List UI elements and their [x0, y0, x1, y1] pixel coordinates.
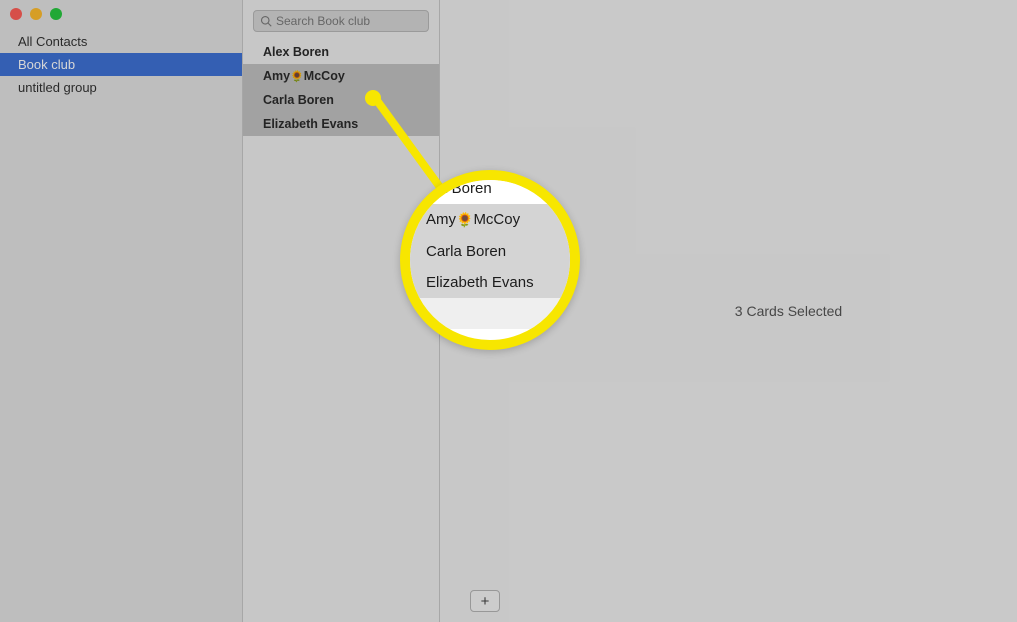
magnifier-content: x Boren Amy🌻McCoy Carla Boren Elizabeth … — [410, 173, 580, 329]
maximize-icon[interactable] — [50, 8, 62, 20]
search-placeholder: Search Book club — [276, 14, 370, 28]
magnifier-callout: x Boren Amy🌻McCoy Carla Boren Elizabeth … — [400, 170, 580, 350]
sunflower-icon: 🌻 — [290, 71, 304, 83]
contact-row[interactable]: Amy🌻McCoy — [243, 64, 439, 88]
search-wrapper: Search Book club — [243, 0, 439, 40]
contact-name: Alex Boren — [263, 45, 329, 59]
add-button[interactable]: + — [470, 590, 500, 612]
search-input[interactable]: Search Book club — [253, 10, 429, 32]
contact-row[interactable]: Carla Boren — [243, 88, 439, 112]
mag-text: x Boren — [440, 180, 492, 197]
search-icon — [260, 15, 272, 27]
window-controls — [10, 8, 62, 20]
contact-name: Elizabeth Evans — [263, 117, 358, 131]
contact-row[interactable]: Alex Boren — [243, 40, 439, 64]
contact-name: Carla Boren — [263, 93, 334, 107]
sidebar-item-book-club[interactable]: Book club — [0, 53, 242, 76]
mag-text: Amy — [426, 211, 456, 228]
groups-sidebar: All Contacts Book club untitled group — [0, 0, 243, 622]
mag-text: Carla Boren — [426, 243, 506, 260]
mag-row: Amy🌻McCoy — [410, 204, 580, 236]
sunflower-icon: 🌻 — [456, 212, 473, 228]
selection-status: 3 Cards Selected — [735, 303, 842, 319]
sidebar-item-untitled-group[interactable]: untitled group — [0, 76, 242, 99]
contact-row[interactable]: Elizabeth Evans — [243, 112, 439, 136]
mag-text: McCoy — [473, 211, 520, 228]
contact-name-post: McCoy — [304, 69, 345, 83]
mag-text: Elizabeth Evans — [426, 274, 534, 291]
sidebar-item-all-contacts[interactable]: All Contacts — [0, 30, 242, 53]
close-icon[interactable] — [10, 8, 22, 20]
contacts-list: Alex Boren Amy🌻McCoy Carla Boren Elizabe… — [243, 40, 439, 622]
mag-row: Elizabeth Evans — [410, 267, 580, 298]
mag-row — [410, 298, 580, 329]
minimize-icon[interactable] — [30, 8, 42, 20]
contact-name-pre: Amy — [263, 69, 290, 83]
mag-row: Carla Boren — [410, 236, 580, 267]
